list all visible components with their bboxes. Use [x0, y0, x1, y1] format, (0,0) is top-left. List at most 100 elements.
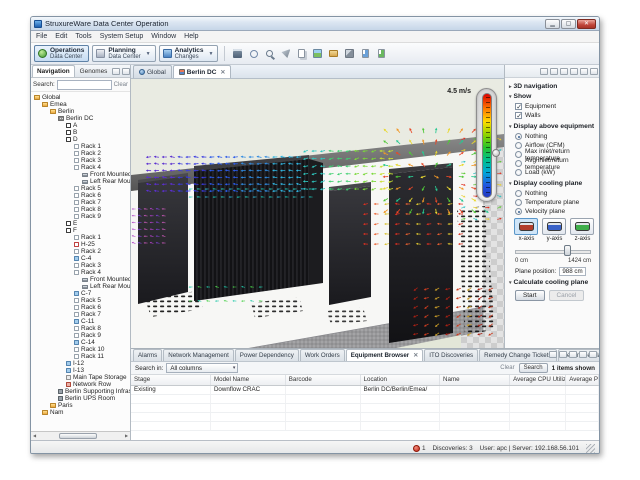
- clear-search-button[interactable]: Clear: [114, 82, 128, 88]
- minimize-button[interactable]: ▁: [545, 19, 560, 29]
- display-equipment-option[interactable]: Avg inlet/return temperature: [509, 159, 597, 168]
- menu-item[interactable]: Help: [184, 33, 198, 40]
- clear-button[interactable]: Clear: [500, 365, 514, 371]
- menu-item[interactable]: File: [36, 33, 47, 40]
- tree-item[interactable]: Rack 2: [31, 150, 130, 157]
- 3d-viewport[interactable]: 4.5 m/s: [131, 79, 504, 348]
- search-input[interactable]: [57, 80, 112, 90]
- tree-item[interactable]: Front Mounted: [31, 276, 130, 283]
- tree-item[interactable]: Rack 6: [31, 304, 130, 311]
- pin-icon[interactable]: [279, 47, 292, 60]
- bottom-tab[interactable]: Alarms: [133, 349, 162, 361]
- close-button[interactable]: ✕: [577, 19, 596, 29]
- tree-item[interactable]: D: [31, 136, 130, 143]
- tree-item[interactable]: Rack 8: [31, 206, 130, 213]
- section-show[interactable]: Show: [509, 93, 597, 100]
- radio-icon[interactable]: [515, 190, 522, 197]
- start-button[interactable]: Start: [515, 290, 545, 301]
- bottom-tab[interactable]: Work Orders: [300, 349, 345, 361]
- tree-item[interactable]: Network Row: [31, 381, 130, 388]
- image-icon[interactable]: [311, 47, 324, 60]
- cooling-plane-option[interactable]: Temperature plane: [509, 198, 597, 207]
- camera-icon[interactable]: [570, 68, 578, 75]
- panel-maximize-icon[interactable]: [122, 68, 130, 75]
- table-row[interactable]: [131, 412, 599, 421]
- tree-item[interactable]: Rack 8: [31, 325, 130, 332]
- bottom-tab[interactable]: Remedy Change Tickets: [479, 349, 556, 361]
- tree-item[interactable]: C-14: [31, 339, 130, 346]
- tree-item[interactable]: Rack 4: [31, 164, 130, 171]
- editor-tab[interactable]: Berlin DC ✕: [173, 65, 232, 78]
- tree-item[interactable]: C-4: [31, 255, 130, 262]
- tree-item[interactable]: Rack 10: [31, 346, 130, 353]
- tree-item[interactable]: H-25: [31, 241, 130, 248]
- doc-blue-icon[interactable]: [359, 47, 372, 60]
- tree-item[interactable]: Rack 6: [31, 192, 130, 199]
- tree-item[interactable]: Rack 4: [31, 269, 130, 276]
- refresh-icon[interactable]: [549, 351, 557, 358]
- panel-maximize-icon[interactable]: [590, 68, 598, 75]
- radio-icon[interactable]: [515, 133, 522, 140]
- tree-item[interactable]: E: [31, 220, 130, 227]
- scale-handle[interactable]: [492, 149, 500, 157]
- doc-green-icon[interactable]: [375, 47, 388, 60]
- column-header[interactable]: Average CPU Utilization ...: [510, 375, 566, 385]
- tree-item[interactable]: Rack 5: [31, 297, 130, 304]
- column-header[interactable]: Name: [440, 375, 510, 385]
- tree-item[interactable]: I-12: [31, 360, 130, 367]
- tree-item[interactable]: Berlin: [31, 108, 130, 115]
- bottom-tab[interactable]: ITO Discoveries: [424, 349, 478, 361]
- column-header[interactable]: Average Pow...: [566, 375, 599, 385]
- scroll-right-icon[interactable]: ▶: [123, 433, 130, 439]
- section-calculate-cooling-plane[interactable]: Calculate cooling plane: [509, 279, 597, 286]
- menu-item[interactable]: Window: [151, 33, 176, 40]
- show-option[interactable]: Equipment: [509, 102, 597, 111]
- resize-grip[interactable]: [586, 444, 595, 453]
- tree-item[interactable]: Rack 9: [31, 332, 130, 339]
- view-list-icon[interactable]: [550, 68, 558, 75]
- tree-item[interactable]: Front Mounted: [31, 171, 130, 178]
- checkbox-icon[interactable]: [515, 112, 522, 119]
- column-header[interactable]: Barcode: [285, 375, 360, 385]
- axis-button[interactable]: x-axis: [514, 218, 539, 242]
- tree-item[interactable]: B: [31, 129, 130, 136]
- tree-item[interactable]: Rack 5: [31, 185, 130, 192]
- tree-item[interactable]: Rack 2: [31, 248, 130, 255]
- tree-item[interactable]: Berlin UPS Room: [31, 395, 130, 402]
- close-tab-icon[interactable]: ✕: [220, 69, 225, 76]
- search-button[interactable]: Search: [519, 363, 548, 373]
- panel-maximize-icon[interactable]: [589, 351, 597, 358]
- tree-item[interactable]: Left Rear Moun: [31, 178, 130, 185]
- title-bar[interactable]: StruxureWare Data Center Operation ▁ ▢ ✕: [31, 17, 599, 31]
- cooling-plane-option[interactable]: Nothing: [509, 189, 597, 198]
- panel-tab[interactable]: Genomes: [75, 65, 113, 77]
- section-3d-navigation[interactable]: 3D navigation: [509, 83, 597, 90]
- maximize-button[interactable]: ▢: [561, 19, 576, 29]
- tree-item[interactable]: Global: [31, 94, 130, 101]
- split-view-icon[interactable]: [560, 68, 568, 75]
- search-icon[interactable]: [263, 47, 276, 60]
- tree-item[interactable]: Nam: [31, 409, 130, 416]
- tree-item[interactable]: C-11: [31, 318, 130, 325]
- table-row[interactable]: [131, 403, 599, 412]
- tree-item[interactable]: Rack 7: [31, 199, 130, 206]
- undo-icon[interactable]: [247, 47, 260, 60]
- copy-icon[interactable]: [295, 47, 308, 60]
- tree-item[interactable]: Rack 1: [31, 234, 130, 241]
- panel-minimize-icon[interactable]: [112, 68, 120, 75]
- panel-tab[interactable]: Navigation: [32, 65, 75, 77]
- menu-item[interactable]: System Setup: [100, 33, 144, 40]
- discoveries-status[interactable]: Discoveries: 3: [433, 445, 473, 452]
- plane-position-value[interactable]: 988 cm: [559, 267, 585, 276]
- tree-item[interactable]: C-7: [31, 290, 130, 297]
- tree-item[interactable]: I-13: [31, 367, 130, 374]
- radio-icon[interactable]: [515, 199, 522, 206]
- tree-horizontal-scrollbar[interactable]: ◀ ▶: [31, 431, 130, 440]
- radio-icon[interactable]: [515, 151, 522, 158]
- alarm-indicator[interactable]: 1: [413, 445, 426, 452]
- display-equipment-option[interactable]: Nothing: [509, 132, 597, 141]
- menu-item[interactable]: Edit: [55, 33, 67, 40]
- scrollbar-thumb[interactable]: [59, 433, 97, 439]
- panel-minimize-icon[interactable]: [579, 351, 587, 358]
- view-thumbnails-icon[interactable]: [540, 68, 548, 75]
